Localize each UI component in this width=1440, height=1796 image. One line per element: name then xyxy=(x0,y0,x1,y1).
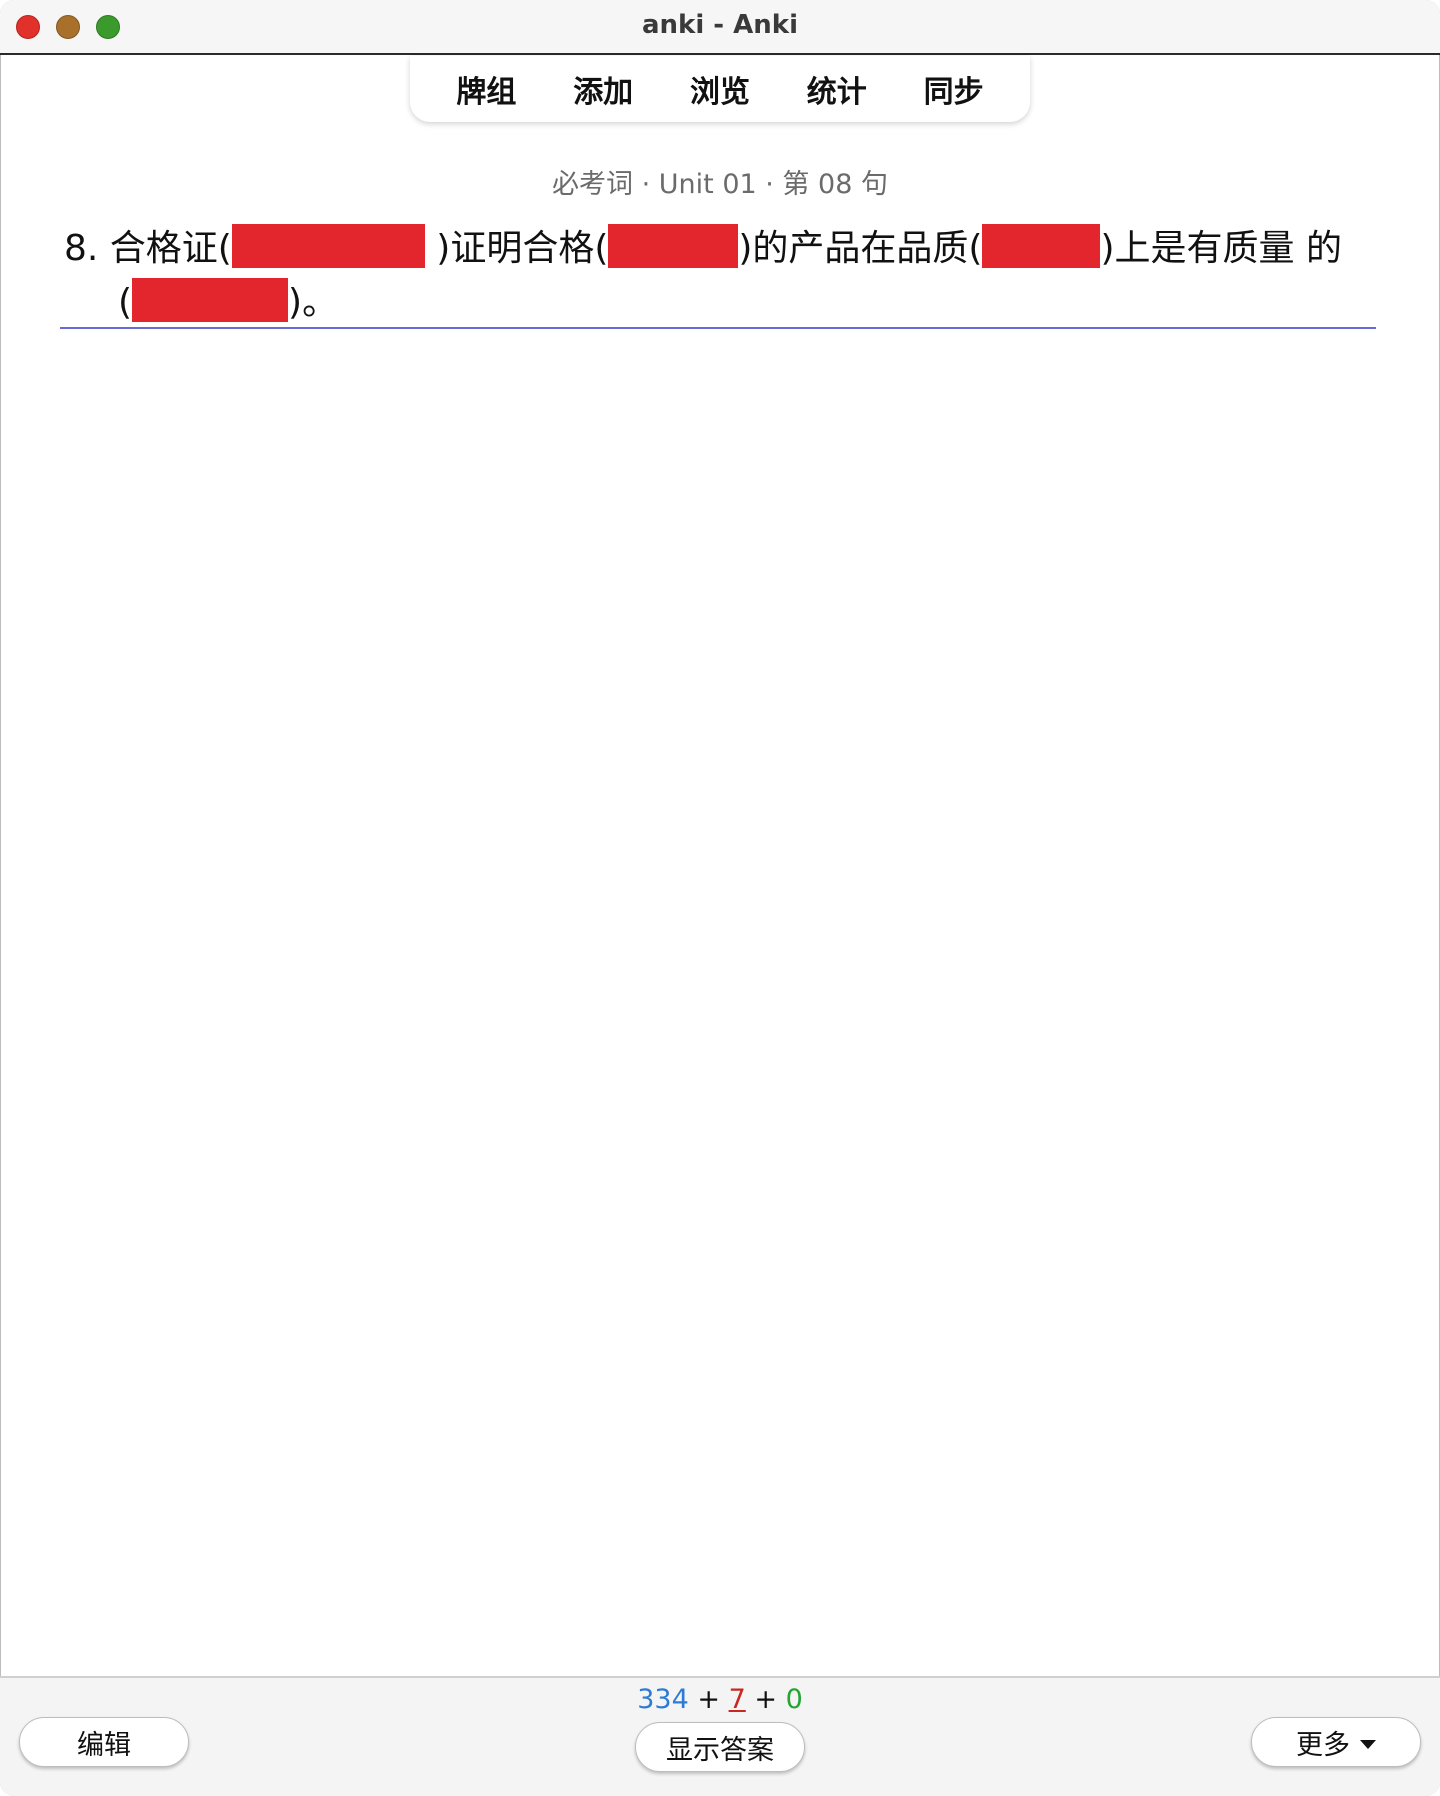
count-separator: + xyxy=(754,1684,777,1715)
question-line-2: ( )。 xyxy=(64,276,1384,330)
sentence-text: 8. 合格证( xyxy=(64,228,232,269)
edit-button-label: 编辑 xyxy=(77,1729,131,1761)
cloze-blank-1 xyxy=(231,224,425,268)
learn-count: 7 xyxy=(728,1684,746,1715)
count-separator: + xyxy=(697,1684,720,1715)
due-counts: 334 + 7 + 0 xyxy=(0,1684,1440,1715)
toolbar-add[interactable]: 添加 xyxy=(563,67,643,111)
sentence-text: )证明合格( xyxy=(424,228,609,269)
cloze-blank-3 xyxy=(982,224,1101,268)
sentence-text: ( xyxy=(118,282,133,323)
toolbar-decks[interactable]: 牌组 xyxy=(446,67,526,111)
main-toolbar: 牌组 添加 浏览 统计 同步 xyxy=(410,56,1030,122)
review-count: 0 xyxy=(785,1684,803,1715)
sentence-text: )的产品在品质( xyxy=(738,228,983,269)
show-answer-button[interactable]: 显示答案 xyxy=(635,1722,805,1772)
card-meta: 必考词 · Unit 01 · 第 08 句 xyxy=(552,169,888,200)
card-question: 8. 合格证( )证明合格( )的产品在品质( )上是有质量 的 ( )。 xyxy=(64,222,1384,330)
sentence-text: )。 xyxy=(288,282,339,323)
more-button[interactable]: 更多 xyxy=(1251,1717,1421,1767)
new-count: 334 xyxy=(637,1684,689,1715)
edit-button[interactable]: 编辑 xyxy=(19,1717,189,1767)
cloze-blank-2 xyxy=(608,224,739,268)
toolbar-browse[interactable]: 浏览 xyxy=(680,67,760,111)
show-answer-label: 显示答案 xyxy=(666,1734,774,1766)
sentence-text: )上是有质量 的 xyxy=(1100,228,1342,269)
cloze-blank-4 xyxy=(132,278,289,322)
chevron-down-icon xyxy=(1360,1739,1376,1749)
more-button-label: 更多 xyxy=(1296,1729,1350,1761)
title-bar: anki - Anki xyxy=(0,0,1440,55)
anki-window: anki - Anki 牌组 添加 浏览 统计 同步 必考词 · Unit 01… xyxy=(0,0,1440,1796)
card-divider xyxy=(60,327,1376,329)
window-title: anki - Anki xyxy=(642,10,798,40)
toolbar-stats[interactable]: 统计 xyxy=(797,67,877,111)
question-line-1: 8. 合格证( )证明合格( )的产品在品质( )上是有质量 的 xyxy=(64,222,1384,276)
toolbar-sync[interactable]: 同步 xyxy=(914,67,994,111)
